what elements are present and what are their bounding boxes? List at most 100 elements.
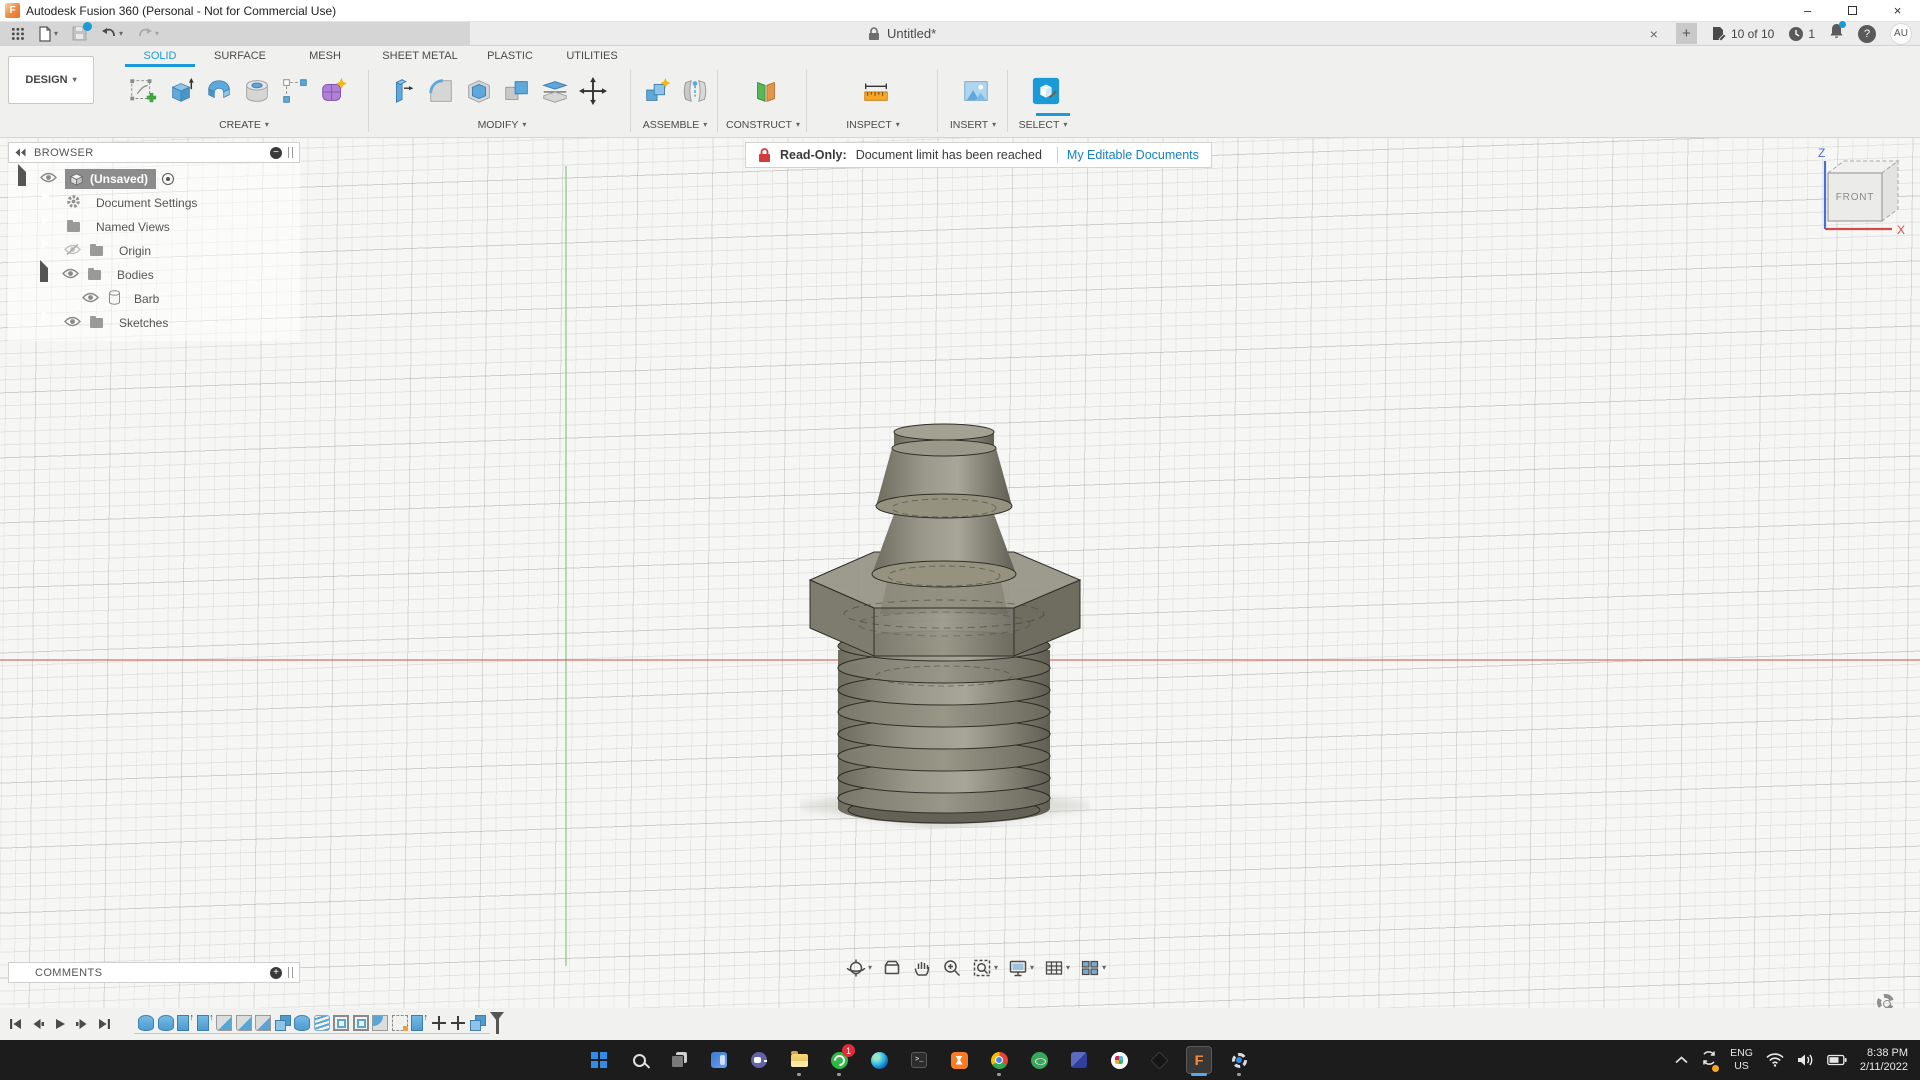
app-grid-button[interactable] <box>8 25 27 42</box>
panel-grip[interactable] <box>288 147 293 158</box>
tree-item-sketches[interactable]: Sketches <box>8 311 300 335</box>
taskbar-icon-xampp[interactable] <box>946 1043 972 1077</box>
step-forward-button[interactable] <box>74 1016 90 1032</box>
timeline-feature-cylinder[interactable] <box>294 1015 310 1031</box>
select-button[interactable] <box>1029 68 1063 114</box>
eye-icon[interactable] <box>40 172 57 183</box>
tree-item-origin[interactable]: Origin <box>8 239 300 263</box>
collapse-arrow-icon[interactable] <box>42 215 49 239</box>
taskbar-icon-settings[interactable] <box>1226 1043 1252 1077</box>
new-tab-button[interactable]: + <box>1676 23 1697 44</box>
taskbar-icon-chrome[interactable] <box>986 1043 1012 1077</box>
tab-mesh[interactable]: MESH <box>296 48 354 64</box>
timeline-feature-fillet[interactable] <box>372 1015 388 1031</box>
panel-grip[interactable] <box>288 967 293 978</box>
eye-icon[interactable] <box>64 316 81 327</box>
tab-sheet-metal[interactable]: SHEET METAL <box>372 48 468 64</box>
maximize-button[interactable] <box>1830 0 1875 21</box>
timeline-feature-pattern[interactable] <box>333 1015 349 1031</box>
group-label-insert[interactable]: INSERT▾ <box>940 116 1006 134</box>
create-sketch-button[interactable] <box>126 68 160 114</box>
create-form-button[interactable] <box>316 68 350 114</box>
tree-item-named-views[interactable]: Named Views <box>8 215 300 239</box>
taskbar-icon-search[interactable] <box>626 1043 652 1077</box>
orbit-button[interactable]: ▾ <box>843 956 875 980</box>
timeline-feature-move[interactable] <box>450 1015 466 1031</box>
construct-plane-button[interactable] <box>749 68 783 114</box>
grid-display-button[interactable]: ▾ <box>1041 956 1073 980</box>
joint-button[interactable] <box>678 68 712 114</box>
taskbar-icon-task-view[interactable] <box>666 1043 692 1077</box>
document-counter[interactable]: 10 of 10 <box>1711 26 1774 41</box>
comments-add-button[interactable]: + <box>270 967 282 979</box>
browser-header[interactable]: BROWSER − <box>8 142 300 163</box>
timeline-feature-coil[interactable] <box>314 1015 330 1031</box>
fillet-button[interactable] <box>424 68 458 114</box>
taskbar-icon-edge[interactable] <box>866 1043 892 1077</box>
group-label-construct[interactable]: CONSTRUCT▾ <box>721 116 805 134</box>
tree-item-barb[interactable]: Barb <box>8 287 300 311</box>
display-settings-button[interactable]: ▾ <box>1005 956 1037 980</box>
taskbar-icon-inkscape[interactable] <box>1146 1043 1172 1077</box>
selected-root-item[interactable]: (Unsaved) <box>65 169 156 189</box>
eye-icon[interactable] <box>82 292 99 303</box>
look-at-button[interactable] <box>879 956 905 980</box>
volume-icon[interactable] <box>1797 1053 1814 1067</box>
timeline-feature-move[interactable] <box>431 1015 447 1031</box>
revolve-button[interactable] <box>202 68 236 114</box>
notifications-button[interactable] <box>1829 23 1844 44</box>
tree-item-root[interactable]: (Unsaved) <box>8 167 300 191</box>
tree-item-document-settings[interactable]: Document Settings <box>8 191 300 215</box>
view-cube[interactable]: Z FRONT X <box>1778 140 1910 248</box>
timeline-position-marker[interactable] <box>496 1014 499 1034</box>
timeline-feature-chamfer[interactable] <box>216 1015 232 1031</box>
preferences-gear-icon[interactable] <box>1877 994 1894 1008</box>
taskbar-icon-widgets[interactable] <box>706 1043 732 1077</box>
zoom-button[interactable] <box>939 956 965 980</box>
timeline-feature-sketch[interactable] <box>392 1015 408 1031</box>
timeline-feature-cylinder[interactable] <box>138 1015 154 1031</box>
battery-icon[interactable] <box>1827 1054 1847 1066</box>
expand-arrow-icon[interactable] <box>18 164 26 186</box>
group-label-modify[interactable]: MODIFY▾ <box>380 116 624 134</box>
viewport-canvas[interactable]: Read-Only: Document limit has been reach… <box>0 138 1920 1008</box>
my-editable-documents-link[interactable]: My Editable Documents <box>1067 148 1199 162</box>
play-button[interactable] <box>52 1016 68 1032</box>
eye-hidden-icon[interactable] <box>64 243 81 256</box>
timeline-feature-pattern[interactable] <box>353 1015 369 1031</box>
wifi-icon[interactable] <box>1766 1053 1784 1067</box>
tray-chevron-up-icon[interactable] <box>1675 1056 1688 1064</box>
workspace-selector[interactable]: DESIGN ▾ <box>8 56 94 104</box>
skip-to-end-button[interactable] <box>96 1016 112 1032</box>
taskbar-icon-fusion-360[interactable]: F <box>1186 1043 1212 1077</box>
language-indicator[interactable]: ENG US <box>1730 1047 1753 1073</box>
tab-solid[interactable]: SOLID <box>125 48 195 64</box>
combine-button[interactable] <box>500 68 534 114</box>
hole-button[interactable] <box>240 68 274 114</box>
group-label-assemble[interactable]: ASSEMBLE▾ <box>634 116 716 134</box>
eye-icon[interactable] <box>62 268 79 279</box>
shell-button[interactable] <box>462 68 496 114</box>
collapse-arrow-icon[interactable] <box>42 311 49 335</box>
timeline-feature-cylinder[interactable] <box>158 1015 174 1031</box>
taskbar-icon-builder-3d[interactable] <box>1066 1043 1092 1077</box>
taskbar-icon-start[interactable] <box>586 1043 612 1077</box>
taskbar-icon-db-app[interactable] <box>1026 1043 1052 1077</box>
taskbar-icon-chat[interactable] <box>746 1043 772 1077</box>
timeline-feature-extrude[interactable] <box>177 1015 189 1031</box>
undo-button[interactable]: ▾ <box>98 25 126 43</box>
taskbar-icon-slack[interactable] <box>1106 1043 1132 1077</box>
step-back-button[interactable] <box>30 1016 46 1032</box>
new-component-button[interactable] <box>640 68 674 114</box>
redo-button[interactable]: ▾ <box>134 25 162 43</box>
tab-close-button[interactable]: × <box>1646 26 1662 42</box>
group-label-inspect[interactable]: INSPECT▾ <box>810 116 936 134</box>
new-file-button[interactable]: ▾ <box>35 24 61 44</box>
tab-plastic[interactable]: PLASTIC <box>478 48 542 64</box>
expand-arrow-icon[interactable] <box>40 260 48 282</box>
close-button[interactable]: × <box>1875 0 1920 21</box>
timeline-feature-combine[interactable] <box>275 1015 291 1031</box>
taskbar-icon-terminal[interactable] <box>906 1043 932 1077</box>
pan-button[interactable] <box>909 956 935 980</box>
panel-minus-button[interactable]: − <box>270 147 282 159</box>
